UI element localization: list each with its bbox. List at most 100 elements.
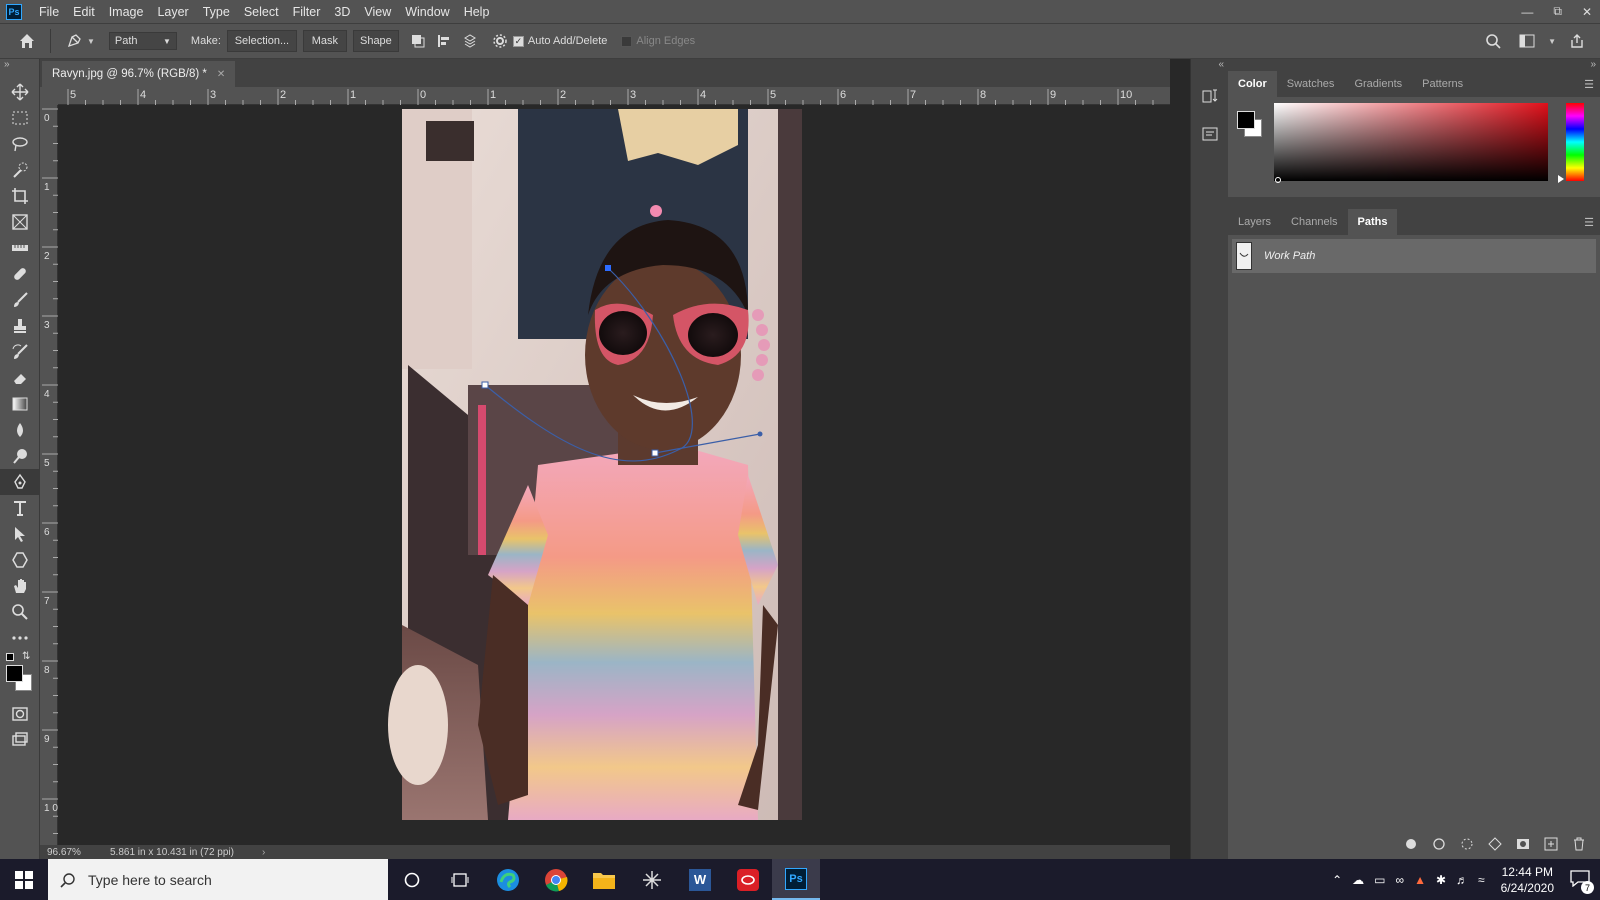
history-brush-tool-icon[interactable] [0,339,40,365]
more-tools-icon[interactable] [0,625,40,651]
gradient-tool-icon[interactable] [0,391,40,417]
marquee-tool-icon[interactable] [0,105,40,131]
zoom-tool-icon[interactable] [0,599,40,625]
path-anchor-point[interactable] [481,381,489,389]
quick-mask-icon[interactable] [0,701,40,727]
path-anchor-point[interactable] [605,265,611,271]
clone-stamp-tool-icon[interactable] [0,313,40,339]
frame-tool-icon[interactable] [0,209,40,235]
path-arrangement-icon[interactable] [457,28,483,54]
restore-icon[interactable]: ⧉ [1553,4,1562,19]
hue-slider-marker-icon[interactable] [1558,175,1564,183]
flame-icon[interactable]: ▲ [1414,873,1426,887]
healing-brush-tool-icon[interactable] [0,261,40,287]
wifi-icon[interactable]: ≈ [1478,873,1485,887]
path-alignment-icon[interactable] [431,28,457,54]
chevron-down-icon[interactable]: ▼ [87,37,95,46]
minimize-icon[interactable]: — [1521,5,1533,19]
ruler-tool-icon[interactable] [0,235,40,261]
vertical-ruler[interactable]: 0 1 2 3 4 5 6 7 8 9 1 0 [40,105,58,845]
notification-center-icon[interactable]: 7 [1570,869,1594,894]
taskbar-app-icon[interactable] [628,859,676,900]
gear-icon[interactable] [487,28,513,54]
screen-mode-icon[interactable] [0,727,40,753]
make-selection-button[interactable]: Selection... [226,30,297,52]
fill-path-icon[interactable] [1404,837,1418,851]
brush-tool-icon[interactable] [0,287,40,313]
make-mask-button[interactable]: Mask [302,30,347,52]
eraser-tool-icon[interactable] [0,365,40,391]
menu-file[interactable]: File [32,5,66,19]
tool-mode-dropdown[interactable]: Path ▼ [108,32,177,50]
default-colors-icon[interactable] [6,653,14,661]
stroke-path-icon[interactable] [1432,837,1446,851]
onedrive-icon[interactable]: ☁ [1352,873,1364,887]
bluetooth-icon[interactable]: ✱ [1436,873,1446,887]
edge-browser-icon[interactable] [484,859,532,900]
hand-tool-icon[interactable] [0,573,40,599]
path-selection-tool-icon[interactable] [0,521,40,547]
properties-panel-icon[interactable] [1191,115,1228,153]
clock[interactable]: 12:44 PM 6/24/2020 [1501,864,1554,896]
share-icon[interactable] [1564,28,1590,54]
path-operations-icon[interactable] [405,28,431,54]
tab-color[interactable]: Color [1228,71,1277,97]
collapse-toolbar-icon[interactable]: » [0,59,39,79]
chrome-browser-icon[interactable] [532,859,580,900]
status-menu-arrow-icon[interactable]: › [262,847,265,858]
new-path-icon[interactable] [1544,837,1558,851]
workspace-icon[interactable] [1514,28,1540,54]
menu-view[interactable]: View [357,5,398,19]
menu-filter[interactable]: Filter [286,5,328,19]
add-mask-icon[interactable] [1516,837,1530,851]
lasso-tool-icon[interactable] [0,131,40,157]
shape-tool-icon[interactable] [0,547,40,573]
collapse-panels-icon[interactable]: « [1191,59,1228,77]
file-explorer-icon[interactable] [580,859,628,900]
network-icon[interactable]: ∞ [1396,873,1405,887]
foreground-color-swatch[interactable] [6,665,23,682]
blur-tool-icon[interactable] [0,417,40,443]
pen-tool-preset-icon[interactable] [61,28,87,54]
delete-path-icon[interactable] [1572,837,1586,851]
panel-menu-icon[interactable]: ☰ [1584,78,1594,91]
path-anchor-point[interactable] [651,449,659,457]
search-icon[interactable] [1480,28,1506,54]
menu-select[interactable]: Select [237,5,286,19]
task-view-icon[interactable] [436,859,484,900]
menu-layer[interactable]: Layer [150,5,195,19]
tab-gradients[interactable]: Gradients [1344,71,1412,97]
home-icon[interactable] [14,28,40,54]
menu-3d[interactable]: 3D [327,5,357,19]
cortana-icon[interactable] [388,859,436,900]
chevron-down-icon[interactable]: ▼ [1548,37,1556,46]
taskbar-search-box[interactable]: Type here to search [48,859,388,900]
menu-type[interactable]: Type [196,5,237,19]
type-tool-icon[interactable] [0,495,40,521]
tab-channels[interactable]: Channels [1281,209,1347,235]
dodge-tool-icon[interactable] [0,443,40,469]
color-foreground-swatch[interactable] [1237,111,1255,129]
tab-paths[interactable]: Paths [1347,209,1398,235]
auto-add-delete-checkbox[interactable]: ✓ [512,35,524,47]
canvas-area[interactable] [58,105,1170,845]
make-shape-button[interactable]: Shape [352,30,399,52]
make-work-path-icon[interactable] [1488,837,1502,851]
chevron-up-icon[interactable]: ⌃ [1332,873,1342,887]
menu-help[interactable]: Help [457,5,497,19]
close-tab-icon[interactable]: ✕ [217,69,225,80]
zoom-level[interactable]: 96.67% [40,847,110,858]
hue-slider[interactable] [1566,103,1584,181]
history-panel-icon[interactable] [1191,77,1228,115]
path-direction-handle[interactable] [757,431,763,437]
battery-icon[interactable]: ▭ [1374,873,1385,887]
color-saturation-field[interactable] [1274,103,1548,181]
horizontal-ruler[interactable]: 5 4 3 2 1 0 1 2 3 4 5 6 7 8 9 10 [58,87,1171,105]
menu-image[interactable]: Image [102,5,151,19]
photoshop-taskbar-icon[interactable]: Ps [772,859,820,900]
quick-selection-tool-icon[interactable] [0,157,40,183]
menu-window[interactable]: Window [398,5,456,19]
load-path-as-selection-icon[interactable] [1460,837,1474,851]
menu-edit[interactable]: Edit [66,5,102,19]
creative-cloud-icon[interactable] [724,859,772,900]
